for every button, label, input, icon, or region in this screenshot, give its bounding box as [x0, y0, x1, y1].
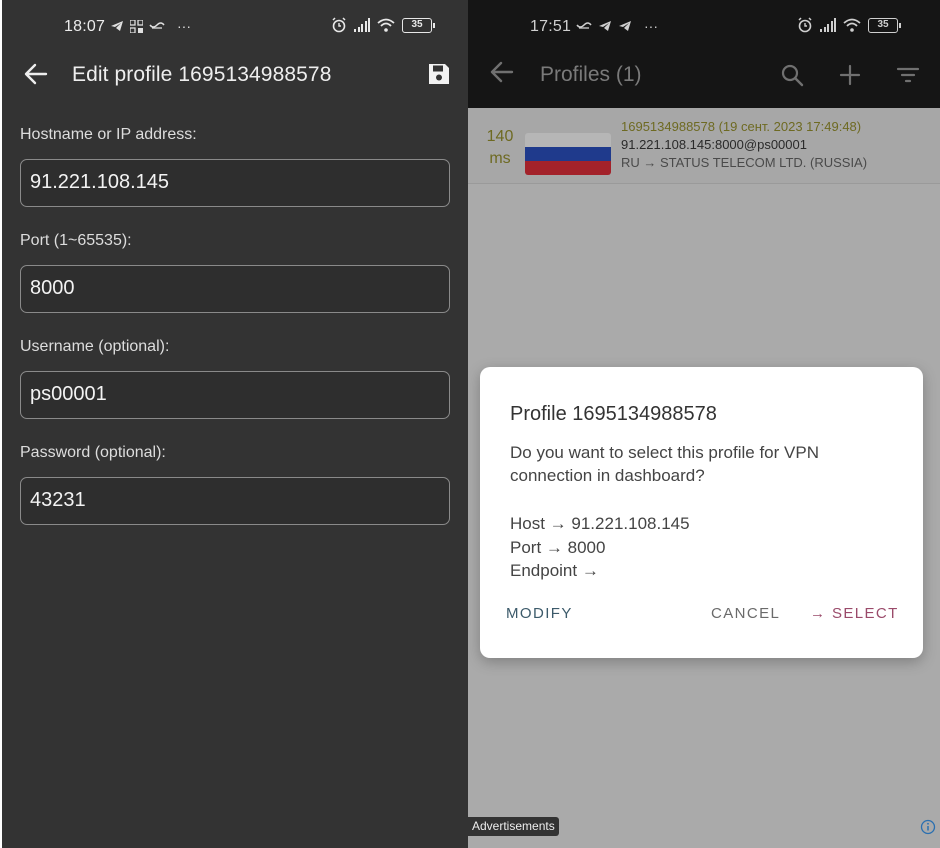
profile-name-date: 1695134988578 (19 сент. 2023 17:49:48) [621, 119, 862, 134]
dialog-port: Port → 8000 [510, 537, 606, 557]
battery-icon: 35 [402, 17, 435, 33]
status-more: ··· [644, 18, 658, 34]
hostname-input[interactable]: 91.221.108.145 [20, 159, 450, 207]
status-bar: 17:51 ··· 35 [468, 0, 940, 52]
dialog-details: Host → 91.221.108.145 Port → 8000 Endpoi… [510, 512, 690, 583]
hostname-label: Hostname or IP address: [20, 126, 197, 143]
select-profile-dialog: Profile 1695134988578 Do you want to sel… [480, 367, 923, 658]
wave-icon [576, 22, 592, 29]
alarm-icon [332, 17, 346, 33]
app-toolbar: Profiles (1) [468, 52, 940, 108]
ping-number: 140 [486, 128, 514, 145]
status-more: ··· [177, 18, 191, 34]
app-toolbar: Edit profile 1695134988578 [2, 52, 468, 98]
status-notification-icons: ··· [576, 18, 658, 34]
wifi-icon [843, 18, 861, 32]
dialog-message: Do you want to select this profile for V… [510, 443, 819, 485]
page-title: Edit profile 1695134988578 [72, 63, 332, 86]
wifi-icon [377, 18, 395, 32]
profile-form: Hostname or IP address: 91.221.108.145 P… [20, 126, 450, 550]
telegram-icon [619, 21, 631, 31]
username-group: Username (optional): ps00001 [20, 338, 450, 419]
hostname-group: Hostname or IP address: 91.221.108.145 [20, 126, 450, 207]
status-system-icons: 35 [797, 17, 901, 33]
grid-icon [130, 19, 143, 33]
password-label: Password (optional): [20, 444, 166, 461]
port-group: Port (1~65535): 8000 [20, 232, 450, 313]
plus-icon[interactable] [837, 62, 863, 88]
dialog-title: Profile 1695134988578 [510, 403, 717, 425]
wave-icon [149, 22, 165, 29]
password-input[interactable]: 43231 [20, 477, 450, 525]
battery-icon: 35 [868, 17, 901, 33]
advertisements-label: Advertisements [468, 817, 559, 836]
page-title: Profiles (1) [540, 63, 642, 86]
signal-icon [354, 18, 370, 32]
ping-unit: ms [489, 150, 511, 167]
modify-button[interactable]: MODIFY [506, 605, 573, 622]
status-time: 18:07 [64, 18, 106, 35]
password-group: Password (optional): 43231 [20, 444, 450, 525]
telegram-icon [599, 21, 611, 31]
status-bar: 18:07 ··· 35 [2, 0, 468, 52]
telegram-icon [111, 21, 123, 31]
status-time: 17:51 [530, 18, 572, 35]
port-input[interactable]: 8000 [20, 265, 450, 313]
back-arrow-icon[interactable] [22, 60, 50, 88]
dialog-host: Host → 91.221.108.145 [510, 514, 690, 533]
info-icon[interactable] [920, 819, 936, 835]
select-button[interactable]: → SELECT [810, 605, 899, 622]
status-notification-icons: ··· [110, 18, 191, 34]
alarm-icon [798, 17, 812, 33]
status-system-icons: 35 [331, 17, 435, 33]
signal-icon [820, 18, 836, 32]
save-icon[interactable] [427, 62, 451, 86]
cancel-button[interactable]: CANCEL [711, 605, 780, 622]
profiles-screen: 17:51 ··· 35 Profiles (1) 140 ms 1695134… [468, 0, 940, 848]
dialog-endpoint: Endpoint → [510, 561, 599, 580]
profile-location: RU → STATUS TELECOM LTD. (RUSSIA) [621, 155, 868, 170]
profile-endpoint: 91.221.108.145:8000@ps00001 [621, 137, 807, 152]
ping-value: 140 ms [480, 126, 520, 170]
username-input[interactable]: ps00001 [20, 371, 450, 419]
filter-icon[interactable] [895, 62, 921, 88]
username-label: Username (optional): [20, 338, 170, 355]
profile-list-item[interactable]: 140 ms 1695134988578 (19 сент. 2023 17:4… [468, 108, 940, 184]
russia-flag-icon [525, 133, 611, 175]
edit-profile-screen: 18:07 ··· 35 Edit profile 1695134988578 … [2, 0, 468, 848]
back-arrow-icon[interactable] [488, 58, 516, 86]
search-icon[interactable] [779, 62, 805, 88]
port-label: Port (1~65535): [20, 232, 132, 249]
